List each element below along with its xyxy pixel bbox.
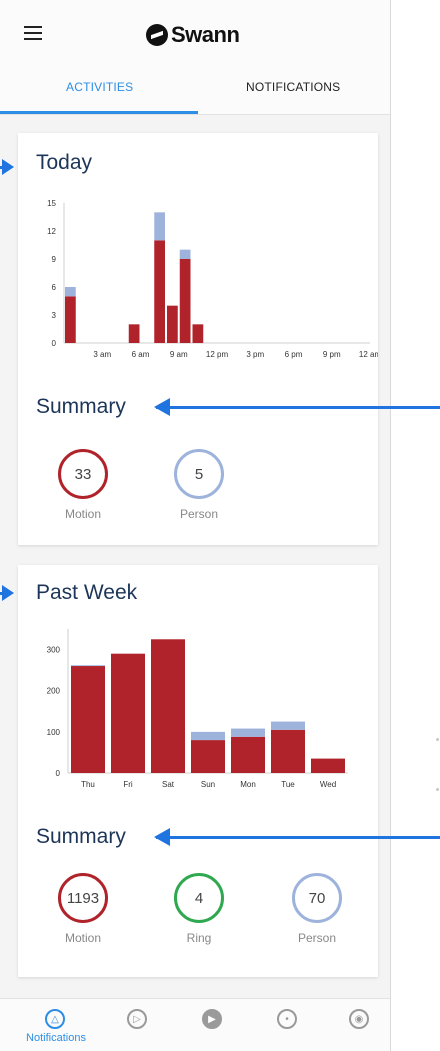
person-count-ring: 70	[292, 873, 342, 923]
today-stat-motion: 33 Motion	[48, 449, 118, 521]
logo-text: Swann	[171, 22, 240, 47]
y-tick-label: 3	[52, 311, 57, 320]
y-tick-label: 100	[47, 728, 61, 737]
app-bar: Swann	[0, 0, 390, 62]
today-chart: 0 3 6 9 12 15 3 am 6 am 9 am 12 pm 3 pm 6 pm 9 pm 12 …	[47, 199, 378, 359]
x-tick-label: 6 am	[132, 350, 150, 359]
bar-motion	[128, 324, 140, 343]
x-tick-label: Fri	[123, 780, 133, 789]
x-tick-label: 3 pm	[246, 350, 264, 359]
swann-logo: Swann	[146, 22, 240, 48]
y-tick-label: 0	[56, 769, 61, 778]
play-icon: ▶	[202, 1009, 222, 1029]
motion-count-ring: 33	[58, 449, 108, 499]
week-stat-ring: 4 Ring	[164, 873, 234, 945]
devices-icon: •	[277, 1009, 297, 1029]
hamburger-menu-icon[interactable]	[24, 26, 42, 40]
y-tick-label: 6	[52, 283, 57, 292]
x-tick-label: 9 pm	[323, 350, 341, 359]
ring-count-ring: 4	[174, 873, 224, 923]
x-tick-label: Sat	[162, 780, 175, 789]
bar-motion	[191, 740, 225, 773]
nav-devices[interactable]: •	[270, 1009, 304, 1029]
y-tick-label: 9	[52, 255, 57, 264]
x-tick-label: 12 am	[359, 350, 378, 359]
today-title: Today	[36, 151, 93, 174]
side-mark	[436, 788, 439, 791]
active-tab-indicator	[0, 111, 198, 114]
y-tick-label: 300	[47, 646, 61, 655]
past-week-chart: 0 100 200 300 Thu Fri Sat Sun Mon Tue Wed	[47, 629, 348, 789]
bar-motion	[71, 666, 105, 773]
today-card: Today 0 3 6 9 12 15 3 am 6 am 9 am 12 pm 3 pm 6 pm 9…	[18, 133, 378, 545]
bar-motion	[151, 639, 185, 773]
x-tick-label: Thu	[81, 780, 95, 789]
nav-settings[interactable]: ◉	[342, 1009, 376, 1029]
bar-person	[271, 721, 305, 730]
x-tick-label: 3 am	[93, 350, 111, 359]
today-summary-title: Summary	[36, 395, 126, 418]
motion-label: Motion	[64, 507, 102, 521]
bar-person	[231, 728, 265, 737]
bell-icon: △	[45, 1009, 65, 1029]
x-tick-label: Mon	[240, 780, 256, 789]
tab-bar: ACTIVITIES NOTIFICATIONS	[0, 62, 390, 115]
x-tick-label: 9 am	[170, 350, 188, 359]
y-tick-label: 15	[47, 199, 56, 208]
side-mark	[436, 738, 439, 741]
week-stat-person: 70 Person	[282, 873, 352, 945]
person-label: Person	[297, 931, 337, 945]
settings-icon: ◉	[349, 1009, 369, 1029]
past-week-card: Past Week 0 100 200 300 Thu Fri Sat Sun Mon Tue We…	[18, 565, 378, 977]
bar-motion	[231, 736, 265, 773]
bar-motion	[271, 729, 305, 773]
motion-count-ring: 1193	[58, 873, 108, 923]
bar-person	[191, 731, 225, 741]
past-week-summary-title: Summary	[36, 825, 126, 848]
y-tick-label: 12	[47, 227, 56, 236]
tab-notifications[interactable]: NOTIFICATIONS	[246, 80, 340, 94]
x-tick-label: Sun	[201, 780, 215, 789]
bar-motion	[167, 305, 178, 343]
bar-motion	[111, 653, 145, 773]
annotation-arrow	[0, 159, 14, 175]
week-stat-motion: 1193 Motion	[48, 873, 118, 945]
bar-person	[179, 249, 191, 259]
nav-notifications[interactable]: △ Notifications	[26, 1009, 86, 1044]
x-tick-label: 6 pm	[285, 350, 303, 359]
nav-notifications-label: Notifications	[26, 1032, 86, 1044]
tab-activities[interactable]: ACTIVITIES	[66, 80, 133, 94]
motion-label: Motion	[64, 931, 102, 945]
x-tick-label: 12 pm	[206, 350, 229, 359]
bar-motion	[65, 296, 76, 343]
phone-screen: Swann ACTIVITIES NOTIFICATIONS Today 0 3 6…	[0, 0, 391, 1051]
bar-person	[71, 665, 105, 667]
ring-label: Ring	[186, 931, 212, 945]
bar-motion	[179, 259, 191, 343]
nav-live[interactable]: ▶	[195, 1009, 229, 1029]
today-stat-person: 5 Person	[164, 449, 234, 521]
bar-motion	[154, 240, 165, 343]
person-count-ring: 5	[174, 449, 224, 499]
bottom-navigation: △ Notifications ▷ ▶ • ◉	[0, 998, 390, 1051]
playback-icon: ▷	[127, 1009, 147, 1029]
past-week-title: Past Week	[36, 581, 138, 604]
y-tick-label: 200	[47, 687, 61, 696]
x-tick-label: Tue	[281, 780, 295, 789]
bar-motion	[192, 324, 204, 343]
swann-logo-icon	[146, 24, 168, 46]
bar-person	[65, 287, 76, 297]
y-tick-label: 0	[52, 339, 57, 348]
bar-motion	[311, 758, 345, 773]
nav-playback[interactable]: ▷	[120, 1009, 154, 1029]
annotation-arrow	[154, 828, 440, 846]
x-tick-label: Wed	[320, 780, 336, 789]
annotation-arrow	[0, 585, 14, 601]
annotation-arrow	[154, 398, 440, 416]
bar-person	[154, 212, 165, 241]
person-label: Person	[179, 507, 219, 521]
